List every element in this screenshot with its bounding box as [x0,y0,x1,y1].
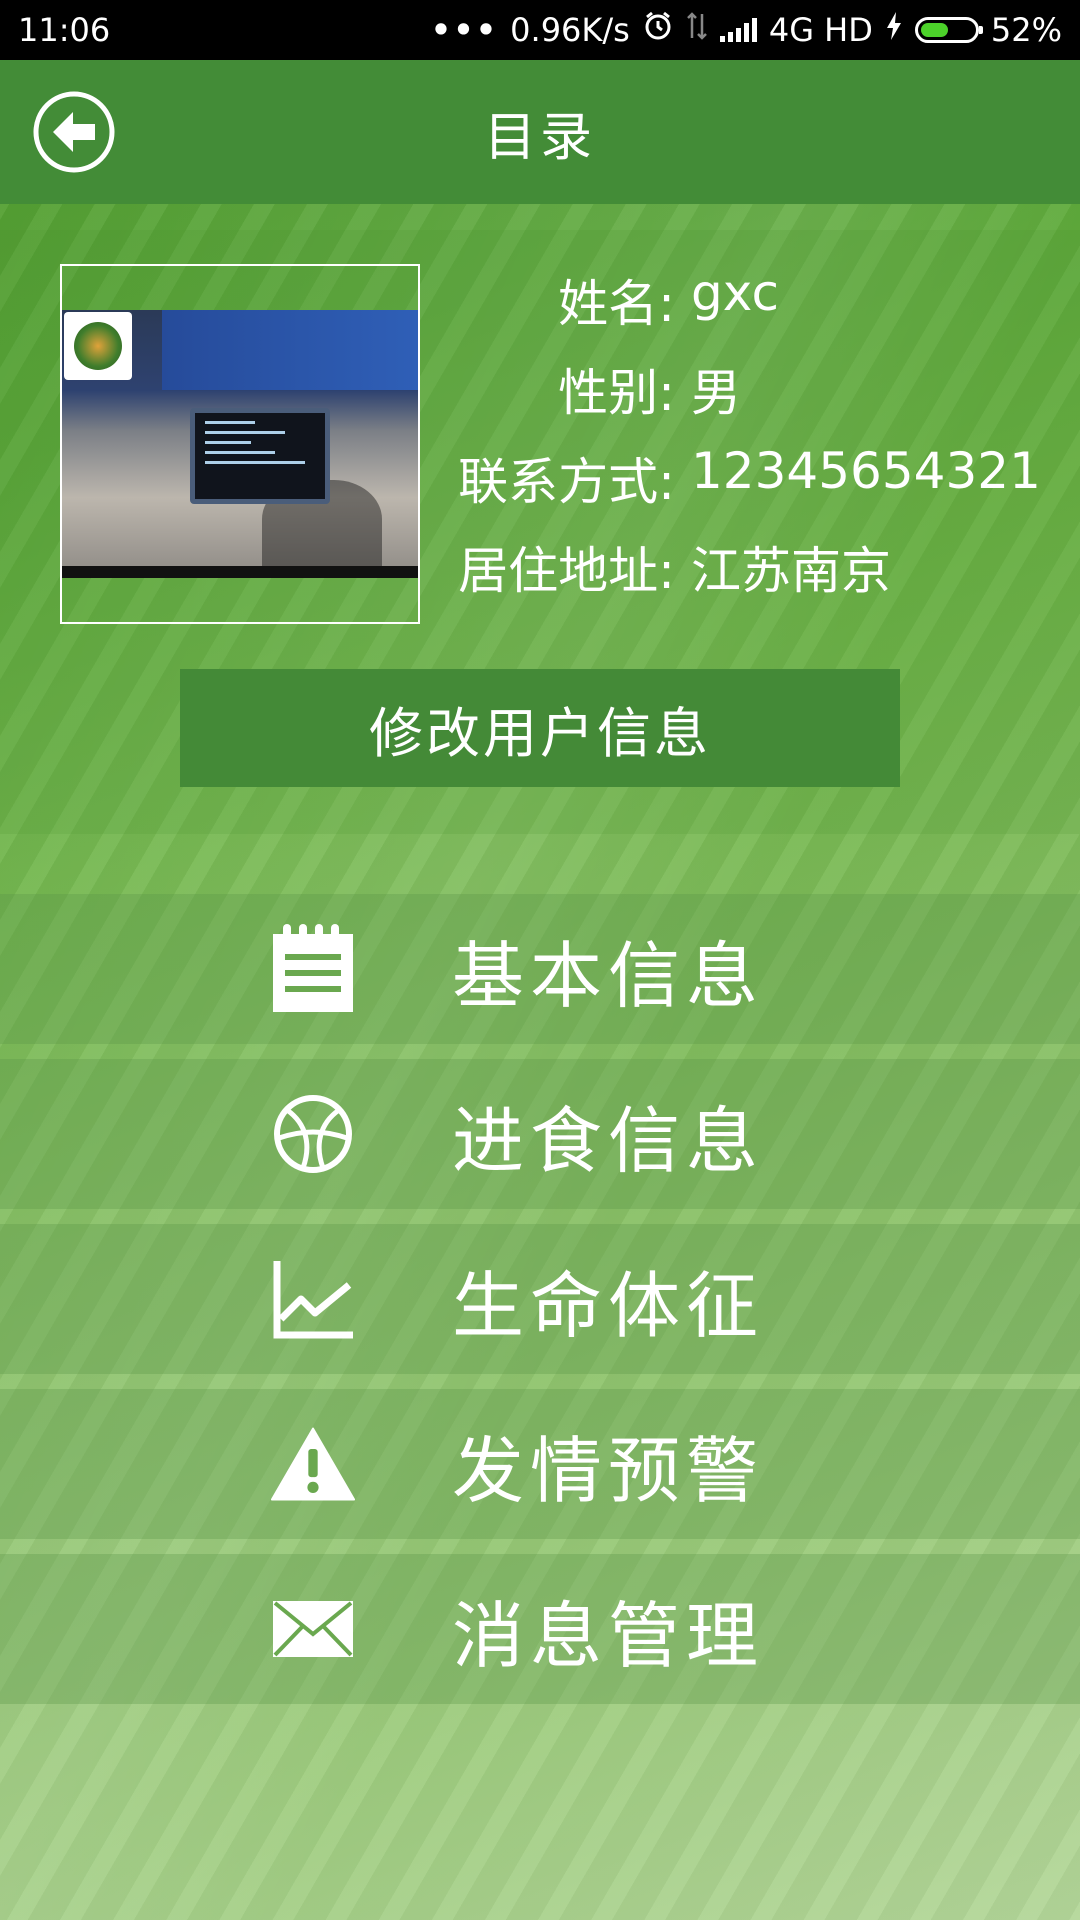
contact-row: 联系方式: 12345654321 [440,442,1041,514]
menu-item-estrus-warning[interactable]: 发情预警 [0,1389,1080,1539]
name-row: 姓名: gxc [440,264,779,336]
contact-label: 联系方式: [458,453,675,511]
data-arrows-icon [686,10,708,50]
battery-icon [914,17,983,43]
menu-label: 进食信息 [452,1098,765,1183]
name-value: gxc [691,264,779,322]
menu-item-feeding-info[interactable]: 进食信息 [0,1059,1080,1209]
status-time: 11:06 [18,11,111,49]
menu-item-basic-info[interactable]: 基本信息 [0,894,1080,1044]
back-arrow-icon [33,91,115,173]
menu-item-vital-signs[interactable]: 生命体征 [0,1224,1080,1374]
app-header: 目录 [0,60,1080,204]
screen: 11:06 ••• 0.96K/s 4G HD 52% 目录 姓名: gxc 性… [0,0,1080,1920]
network-speed: 0.96K/s [510,11,630,49]
line-chart-icon [270,1256,356,1342]
menu-label: 消息管理 [452,1593,765,1678]
contact-value: 12345654321 [691,442,1041,500]
name-label: 姓名: [558,275,675,333]
menu-item-message-management[interactable]: 消息管理 [0,1554,1080,1704]
battery-fill [920,23,948,37]
menu-label: 生命体征 [452,1263,765,1348]
edit-profile-button[interactable]: 修改用户信息 [180,669,900,787]
address-value: 江苏南京 [691,542,891,600]
status-bar: 11:06 ••• 0.96K/s 4G HD 52% [0,0,1080,60]
warning-icon [270,1421,356,1507]
notepad-icon [270,924,356,1012]
page-title: 目录 [483,107,596,168]
back-button[interactable] [33,91,115,173]
menu-label: 基本信息 [452,933,765,1018]
notification-dots: ••• [430,11,499,49]
oled-display [190,408,330,504]
gender-value: 男 [691,364,741,422]
status-icons: ••• 0.96K/s 4G HD 52% [431,10,1062,50]
menu-label: 发情预警 [452,1428,765,1513]
alarm-icon [642,10,674,50]
gender-label: 性别: [558,364,675,422]
signal-icon [719,18,757,42]
charging-icon [885,11,903,49]
basketball-icon [270,1091,356,1177]
envelope-icon [270,1586,356,1672]
profile-panel: 姓名: gxc 性别: 男 联系方式: 12345654321 居住地址: 江苏… [0,230,1080,834]
farm-logo [64,312,132,380]
network-type: 4G HD [768,11,873,49]
battery-percent: 52% [990,11,1062,49]
avatar[interactable] [60,264,420,624]
gender-row: 性别: 男 [440,353,741,425]
address-row: 居住地址: 江苏南京 [440,531,891,603]
avatar-photo [62,310,418,578]
address-label: 居住地址: [458,542,675,600]
